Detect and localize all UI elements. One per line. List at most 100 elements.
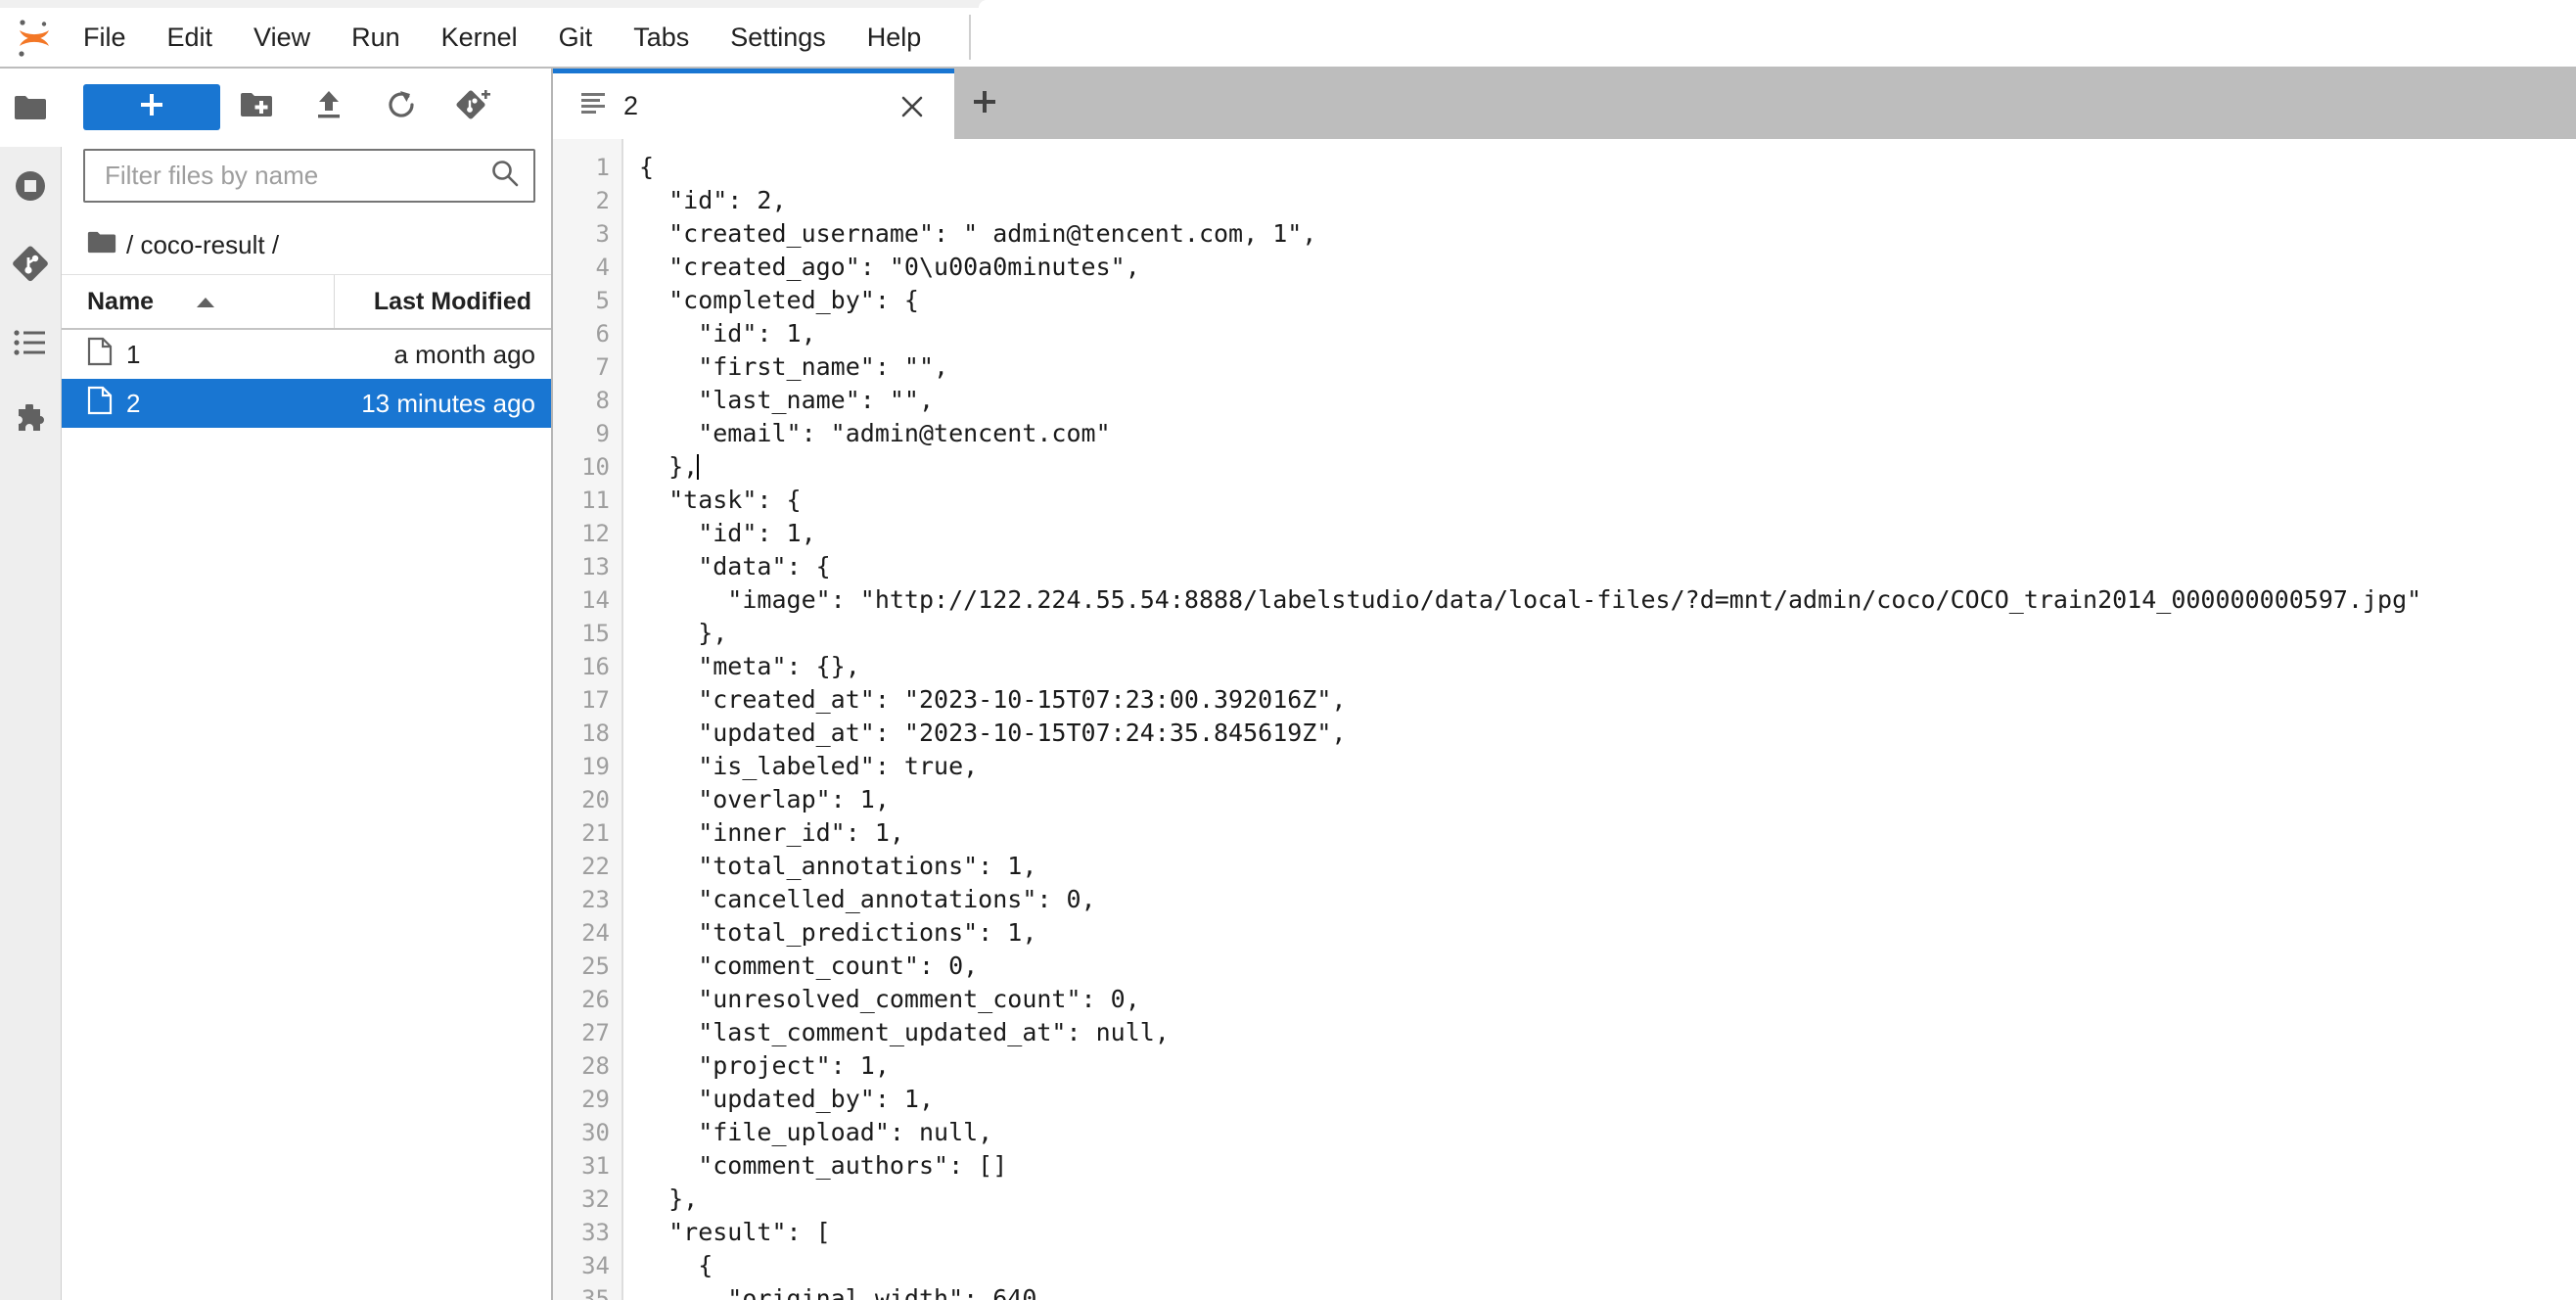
activity-bar — [0, 69, 62, 1300]
line-number: 34 — [553, 1249, 621, 1282]
plus-icon — [137, 90, 166, 124]
menu-help[interactable]: Help — [850, 17, 940, 59]
line-number: 23 — [553, 883, 621, 916]
upload-button[interactable] — [293, 81, 365, 132]
code-line: "inner_id": 1, — [639, 816, 2576, 850]
code-line: "email": "admin@tencent.com" — [639, 417, 2576, 450]
menu-settings[interactable]: Settings — [713, 17, 844, 59]
line-number: 8 — [553, 384, 621, 417]
line-number: 10 — [553, 450, 621, 484]
line-number: 33 — [553, 1216, 621, 1249]
column-header-name[interactable]: Name — [62, 288, 334, 316]
code-line: "created_at": "2023-10-15T07:23:00.39201… — [639, 683, 2576, 717]
line-number: 30 — [553, 1116, 621, 1149]
menu-edit[interactable]: Edit — [150, 17, 231, 59]
line-number: 14 — [553, 583, 621, 617]
list-item[interactable]: 2 13 minutes ago — [62, 379, 551, 428]
menu-git[interactable]: Git — [541, 17, 611, 59]
editor-code-content[interactable]: { "id": 2, "created_username": " admin@t… — [623, 139, 2576, 1300]
line-number: 22 — [553, 850, 621, 883]
puzzle-piece-icon — [13, 404, 48, 438]
git-icon — [12, 246, 49, 283]
json-editor[interactable]: 1234567891011121314151617181920212223242… — [553, 139, 2576, 1300]
breadcrumb[interactable]: / coco-result / — [62, 216, 551, 275]
code-line: { — [639, 1249, 2576, 1282]
code-line: }, — [639, 617, 2576, 650]
code-line: }, — [639, 450, 2576, 484]
text-caret — [697, 454, 699, 480]
sidebar-item-table-of-contents[interactable] — [0, 303, 62, 382]
menu-bar-divider — [969, 15, 971, 60]
refresh-icon — [385, 88, 418, 126]
plus-icon — [971, 88, 998, 120]
code-line: "result": [ — [639, 1216, 2576, 1249]
line-number: 7 — [553, 350, 621, 384]
code-line: "created_ago": "0\u00a0minutes", — [639, 251, 2576, 284]
search-icon[interactable] — [490, 159, 520, 193]
line-number: 19 — [553, 750, 621, 783]
line-number: 27 — [553, 1016, 621, 1049]
code-line: "comment_authors": [] — [639, 1149, 2576, 1183]
menu-file[interactable]: File — [66, 17, 144, 59]
code-line: "overlap": 1, — [639, 783, 2576, 816]
column-header-last-modified-label: Last Modified — [374, 288, 531, 316]
sidebar-item-file-browser[interactable] — [0, 69, 62, 147]
search-input[interactable] — [103, 160, 490, 192]
code-line: "last_comment_updated_at": null, — [639, 1016, 2576, 1049]
line-number: 26 — [553, 983, 621, 1016]
sidebar-item-git[interactable] — [0, 225, 62, 303]
line-number: 29 — [553, 1083, 621, 1116]
tab-bar: 2 — [553, 69, 2576, 139]
close-icon[interactable] — [896, 90, 929, 123]
code-line: "unresolved_comment_count": 0, — [639, 983, 2576, 1016]
file-name-cell: 2 — [62, 386, 326, 422]
folder-icon[interactable] — [87, 230, 116, 261]
line-number: 20 — [553, 783, 621, 816]
column-header-last-modified[interactable]: Last Modified — [334, 275, 551, 328]
upload-icon — [313, 89, 345, 125]
menu-kernel[interactable]: Kernel — [424, 17, 535, 59]
list-icon — [14, 330, 47, 355]
breadcrumb-path[interactable]: / coco-result / — [126, 230, 279, 260]
sidebar-item-running[interactable] — [0, 147, 62, 225]
line-number: 12 — [553, 517, 621, 550]
line-number: 28 — [553, 1049, 621, 1083]
file-filter-wrapper — [62, 145, 551, 216]
line-number: 24 — [553, 916, 621, 950]
line-number: 5 — [553, 284, 621, 317]
new-folder-icon — [240, 91, 273, 123]
line-number: 17 — [553, 683, 621, 717]
new-launcher-button[interactable] — [83, 84, 220, 130]
code-line: "original_width": 640, — [639, 1282, 2576, 1300]
window-top-strip — [0, 0, 2576, 8]
file-browser-panel: / coco-result / Name Last Modified — [62, 69, 553, 1300]
window-top-strip-rounded — [979, 0, 2576, 8]
tab-label: 2 — [623, 91, 638, 121]
code-line: }, — [639, 1183, 2576, 1216]
tab-2[interactable]: 2 — [553, 69, 954, 139]
list-item[interactable]: 1 a month ago — [62, 330, 551, 379]
code-line: "data": { — [639, 550, 2576, 583]
menu-tabs[interactable]: Tabs — [616, 17, 707, 59]
line-number: 11 — [553, 484, 621, 517]
menu-bar: File Edit View Run Kernel Git Tabs Setti… — [0, 8, 2576, 69]
code-line: "file_upload": null, — [639, 1116, 2576, 1149]
file-name-label: 2 — [126, 389, 140, 419]
line-number: 16 — [553, 650, 621, 683]
new-checkpoint-button[interactable] — [437, 81, 510, 132]
sidebar-item-extensions[interactable] — [0, 382, 62, 460]
caret-up-icon — [195, 288, 216, 316]
refresh-button[interactable] — [365, 81, 437, 132]
code-line: "meta": {}, — [639, 650, 2576, 683]
text-file-icon — [578, 89, 608, 123]
file-filter-box[interactable] — [83, 149, 535, 203]
menu-run[interactable]: Run — [334, 17, 418, 59]
new-tab-button[interactable] — [954, 69, 1015, 139]
file-modified-cell: a month ago — [326, 340, 551, 370]
dock-area: 2 — [553, 69, 2576, 1300]
file-icon — [87, 386, 113, 422]
line-number: 32 — [553, 1183, 621, 1216]
new-folder-button[interactable] — [220, 81, 293, 132]
menu-view[interactable]: View — [236, 17, 328, 59]
code-line: "total_annotations": 1, — [639, 850, 2576, 883]
